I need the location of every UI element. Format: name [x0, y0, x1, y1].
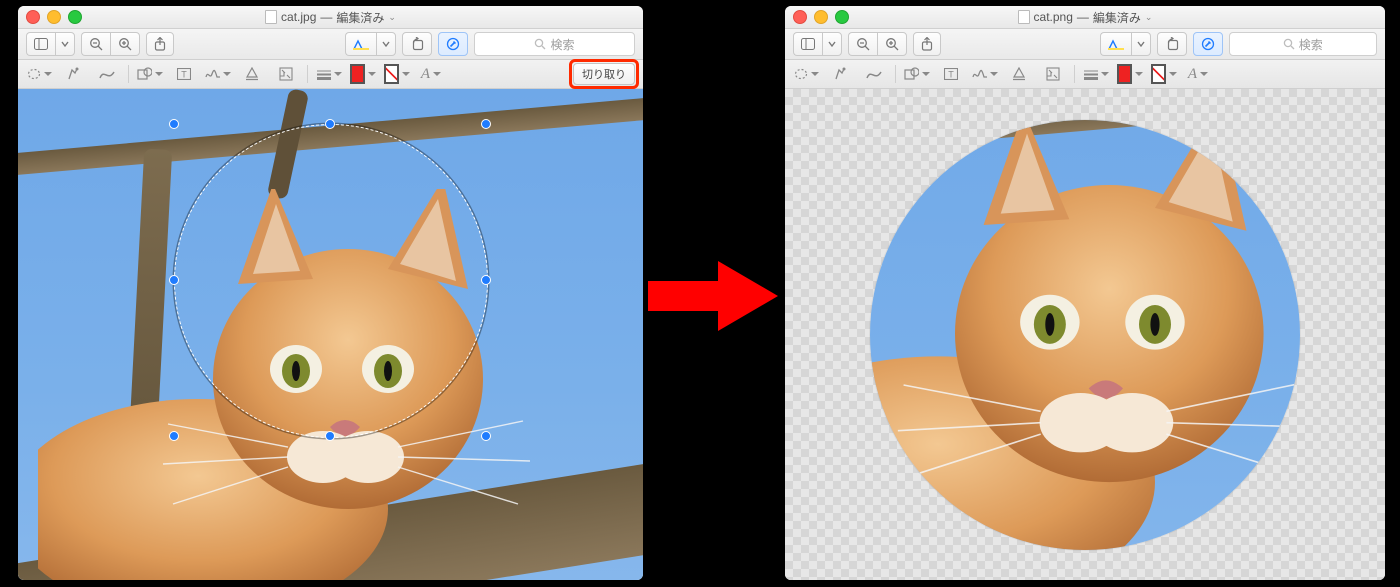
- image-canvas-left[interactable]: [18, 89, 643, 580]
- crop-highlight: 切り取り: [573, 63, 635, 85]
- shapes-tool-button[interactable]: [904, 64, 930, 84]
- divider: [128, 65, 129, 83]
- selection-handle[interactable]: [481, 431, 491, 441]
- adjust-color-button[interactable]: [1006, 64, 1032, 84]
- text-style-button[interactable]: A: [1185, 64, 1211, 84]
- selection-handle[interactable]: [325, 119, 335, 129]
- rotate-button[interactable]: [1157, 32, 1187, 56]
- preview-window-left: cat.jpg — 編集済み ⌄: [18, 6, 643, 580]
- title-status: 編集済み: [336, 9, 384, 26]
- traffic-lights: [793, 10, 849, 24]
- divider: [895, 65, 896, 83]
- instant-alpha-button[interactable]: [827, 64, 853, 84]
- image-canvas-right[interactable]: [785, 89, 1385, 580]
- text-tool-button[interactable]: T: [171, 64, 197, 84]
- close-icon[interactable]: [793, 10, 807, 24]
- window-title: cat.jpg — 編集済み ⌄: [18, 9, 643, 26]
- chevron-down-icon[interactable]: ⌄: [388, 12, 396, 23]
- document-icon: [265, 10, 277, 24]
- stroke-color-button[interactable]: [1117, 64, 1143, 84]
- zoom-out-button[interactable]: [848, 32, 877, 56]
- selection-tool-button[interactable]: [26, 64, 52, 84]
- zoom-icon[interactable]: [68, 10, 82, 24]
- search-field[interactable]: 検索: [1229, 32, 1378, 56]
- markup-toolbar: T A 切り取り: [18, 60, 643, 89]
- markup-toggle-button[interactable]: [1193, 32, 1223, 56]
- search-field[interactable]: 検索: [474, 32, 635, 56]
- highlight-menu-button[interactable]: [1131, 32, 1151, 56]
- fill-color-button[interactable]: [384, 64, 410, 84]
- shapes-tool-button[interactable]: [137, 64, 163, 84]
- stroke-color-button[interactable]: [350, 64, 376, 84]
- share-button[interactable]: [146, 32, 174, 56]
- selection-tool-button[interactable]: [793, 64, 819, 84]
- title-filename: cat.jpg: [281, 10, 316, 24]
- crop-button[interactable]: 切り取り: [573, 63, 635, 85]
- sidebar-toggle-button[interactable]: [793, 32, 822, 56]
- line-weight-button[interactable]: [1083, 64, 1109, 84]
- sidebar-menu-button[interactable]: [55, 32, 75, 56]
- selection-handle[interactable]: [481, 275, 491, 285]
- zoom-in-button[interactable]: [110, 32, 140, 56]
- titlebar[interactable]: cat.png — 編集済み ⌄: [785, 6, 1385, 29]
- text-tool-button[interactable]: T: [938, 64, 964, 84]
- fill-color-button[interactable]: [1151, 64, 1177, 84]
- line-weight-button[interactable]: [316, 64, 342, 84]
- preview-window-right: cat.png — 編集済み ⌄: [785, 6, 1385, 580]
- markup-toggle-button[interactable]: [438, 32, 468, 56]
- sidebar-menu-button[interactable]: [822, 32, 842, 56]
- adjust-color-button[interactable]: [239, 64, 265, 84]
- main-toolbar: 検索: [785, 29, 1385, 60]
- minimize-icon[interactable]: [47, 10, 61, 24]
- text-style-button[interactable]: A: [418, 64, 444, 84]
- rotate-button[interactable]: [402, 32, 432, 56]
- adjust-size-button[interactable]: [1040, 64, 1066, 84]
- sketch-tool-button[interactable]: [861, 64, 887, 84]
- sidebar-toggle-button[interactable]: [26, 32, 55, 56]
- highlight-button[interactable]: [1100, 32, 1131, 56]
- title-filename: cat.png: [1034, 10, 1073, 24]
- elliptical-selection[interactable]: [174, 124, 488, 438]
- search-placeholder: 検索: [550, 36, 574, 53]
- selection-handle[interactable]: [169, 275, 179, 285]
- markup-toolbar: T A: [785, 60, 1385, 89]
- divider: [307, 65, 308, 83]
- sign-tool-button[interactable]: [972, 64, 998, 84]
- close-icon[interactable]: [26, 10, 40, 24]
- minimize-icon[interactable]: [814, 10, 828, 24]
- titlebar[interactable]: cat.jpg — 編集済み ⌄: [18, 6, 643, 29]
- arrow-icon: [648, 256, 778, 336]
- instant-alpha-button[interactable]: [60, 64, 86, 84]
- selection-handle[interactable]: [481, 119, 491, 129]
- zoom-out-button[interactable]: [81, 32, 110, 56]
- svg-text:T: T: [181, 70, 187, 80]
- cropped-result: [870, 120, 1300, 550]
- share-button[interactable]: [913, 32, 941, 56]
- crop-button-label: 切り取り: [582, 66, 626, 82]
- svg-text:T: T: [948, 70, 954, 80]
- sign-tool-button[interactable]: [205, 64, 231, 84]
- highlight-button[interactable]: [345, 32, 376, 56]
- search-placeholder: 検索: [1299, 36, 1323, 53]
- main-toolbar: 検索: [18, 29, 643, 60]
- selection-handle[interactable]: [169, 431, 179, 441]
- document-icon: [1018, 10, 1030, 24]
- traffic-lights: [26, 10, 82, 24]
- selection-handle[interactable]: [169, 119, 179, 129]
- selection-handle[interactable]: [325, 431, 335, 441]
- zoom-icon[interactable]: [835, 10, 849, 24]
- highlight-menu-button[interactable]: [376, 32, 396, 56]
- divider: [1074, 65, 1075, 83]
- zoom-in-button[interactable]: [877, 32, 907, 56]
- adjust-size-button[interactable]: [273, 64, 299, 84]
- window-title: cat.png — 編集済み ⌄: [785, 9, 1385, 26]
- chevron-down-icon[interactable]: ⌄: [1145, 12, 1153, 23]
- sketch-tool-button[interactable]: [94, 64, 120, 84]
- title-status: 編集済み: [1093, 9, 1141, 26]
